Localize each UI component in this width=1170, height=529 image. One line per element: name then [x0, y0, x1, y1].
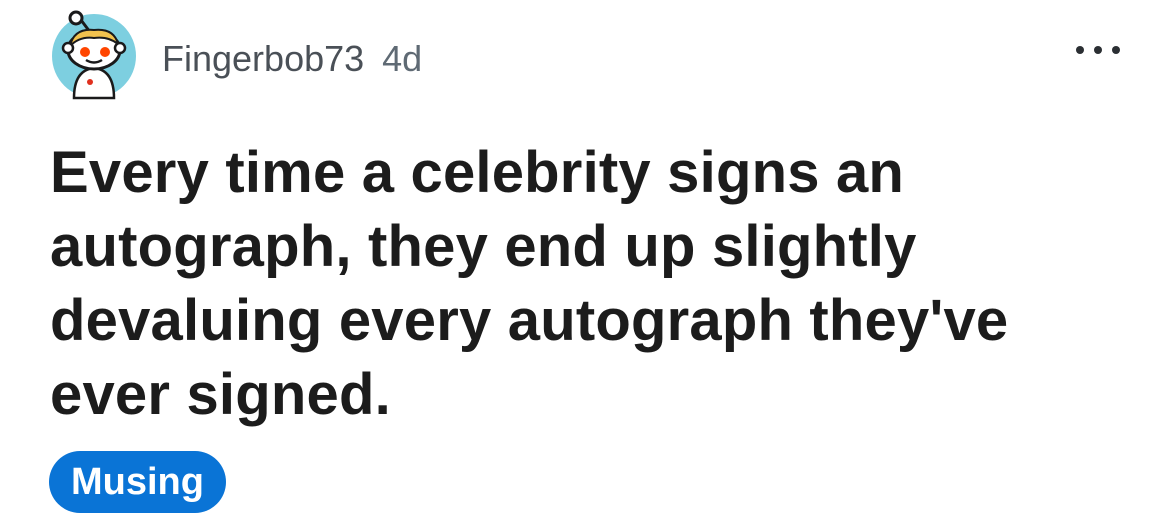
post-meta: Fingerbob73 4d [162, 38, 422, 80]
more-dot [1076, 46, 1084, 54]
username-link[interactable]: Fingerbob73 [162, 38, 364, 80]
post-age: 4d [382, 38, 423, 79]
snoo-avatar-icon[interactable] [48, 10, 140, 102]
more-dot [1094, 46, 1102, 54]
more-options-icon[interactable] [1076, 40, 1120, 60]
post-title[interactable]: Every time a celebrity signs an autograp… [50, 136, 1130, 432]
post-header: Fingerbob73 4d [48, 10, 422, 102]
more-dot [1112, 46, 1120, 54]
flair-badge[interactable]: Musing [49, 451, 226, 513]
